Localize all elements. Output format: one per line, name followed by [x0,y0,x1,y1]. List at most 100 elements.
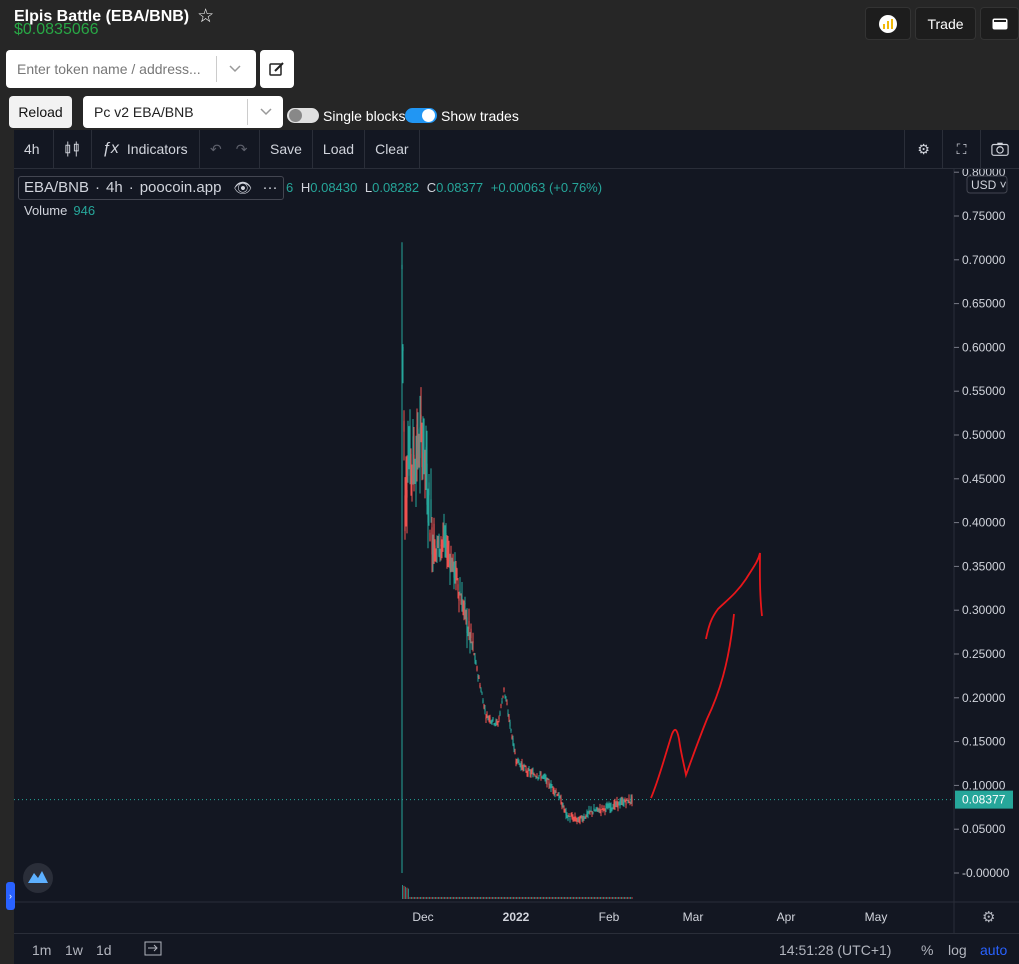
volume-bar [559,897,561,899]
toggle-knob [422,109,435,122]
volume-bar [576,897,577,899]
eye-icon[interactable]: 👁 [233,179,252,197]
volume-bar [547,897,549,899]
volume-bar [495,897,496,899]
candle-body [477,675,479,678]
volume-bar [436,897,438,899]
volume-bar [420,897,421,899]
volume-bar [570,897,571,899]
volume-bar [627,897,628,899]
edit-button[interactable] [260,50,294,88]
volume-bar [510,897,511,899]
legend-symbol-box[interactable]: EBA/BNB · 4h · poocoin.app 👁 ··· [18,175,284,200]
fullscreen-icon[interactable]: ⛶ [943,129,981,169]
token-search [6,50,256,88]
save-button[interactable]: Save [260,129,313,169]
load-button[interactable]: Load [313,129,366,169]
auto-scale-button[interactable]: auto [980,942,1007,958]
goto-date-icon[interactable] [144,940,162,959]
single-blocks-toggle[interactable] [287,108,319,123]
wallet-button[interactable] [980,7,1019,40]
candle-body [595,809,597,811]
volume-bar [522,897,523,899]
interval-button[interactable]: 4h [14,129,54,169]
redo-icon[interactable]: ↷ [236,141,248,158]
volume-bar [556,897,558,899]
more-icon[interactable]: ··· [263,179,278,196]
legend-interval: 4h [106,179,123,196]
indicators-label: Indicators [126,141,188,157]
range-1d-button[interactable]: 1d [96,942,112,958]
volume-bar [612,897,613,899]
chart-view-button[interactable] [865,7,911,40]
volume-bar [493,897,495,899]
range-1w-button[interactable]: 1w [65,942,83,958]
candle-body [584,817,586,819]
volume-bar [567,897,568,899]
bottom-bar: 1m 1w 1d 14:51:28 (UTC+1) % log auto [14,933,1019,964]
percent-scale-button[interactable]: % [921,942,933,958]
volume-bar [532,897,534,899]
indicators-button[interactable]: ƒx Indicators [92,129,200,169]
candle-body [537,777,539,779]
candle-body [626,798,628,800]
y-tick-label: 0.50000 [962,428,1006,442]
volume-bar [453,897,454,899]
candle-body [602,809,604,811]
side-panel-toggle[interactable]: › [6,882,15,910]
volume-bar [582,897,583,899]
show-trades-toggle[interactable] [405,108,437,123]
volume-bar [433,897,435,899]
volume-bar [487,897,489,899]
volume-bar [609,897,610,899]
candle-body [576,819,578,821]
candle-body [582,819,584,821]
volume-bar [589,897,591,899]
camera-icon[interactable] [981,130,1019,169]
candle-body [417,428,419,454]
search-dropdown-chevron-icon[interactable] [216,56,252,82]
candle-body [497,724,499,726]
candle-body [597,807,599,810]
volume-bar [540,897,541,899]
trade-button[interactable]: Trade [915,7,976,40]
x-tick-label: Mar [683,910,704,924]
volume-bar [454,897,456,899]
candle-body [568,814,570,817]
log-scale-button[interactable]: log [948,942,967,958]
volume-bar [588,897,589,899]
volume-bar [426,897,427,899]
candle-body [430,499,432,518]
settings-gear-icon[interactable]: ⚙ [905,129,943,169]
y-tick-label: 0.05000 [962,822,1006,836]
volume-bar [592,897,594,899]
reload-button[interactable]: Reload [9,96,72,128]
volume-bar [565,897,567,899]
candle-body [485,717,487,719]
volume-bar [501,897,502,899]
undo-icon[interactable]: ↶ [210,141,222,158]
price-chart[interactable]: 0.800000.750000.700000.650000.600000.550… [14,169,1019,933]
volume-bar [435,897,436,899]
candle-body [492,717,494,721]
favorite-star-icon[interactable]: ☆ [197,5,214,28]
volume-bar [474,897,475,899]
candle-body [604,809,606,812]
volume-bar [502,897,504,899]
token-search-input[interactable] [6,61,216,77]
clear-button[interactable]: Clear [365,129,420,169]
candle-body [403,420,405,432]
candle-body [580,815,582,818]
volume-bar [496,897,498,899]
volume-bar [525,897,526,899]
pair-select[interactable]: Pc v2 EBA/BNB [83,96,283,128]
candle-body [439,549,441,553]
y-tick-label: 0.30000 [962,603,1006,617]
volume-bar [564,897,565,899]
candle-style-button[interactable] [54,129,92,169]
single-blocks-label: Single blocks [323,108,406,124]
range-1m-button[interactable]: 1m [32,942,51,958]
volume-bar [456,897,457,899]
clock-time: 14:51:28 (UTC+1) [779,942,892,958]
volume-bar [538,897,540,899]
